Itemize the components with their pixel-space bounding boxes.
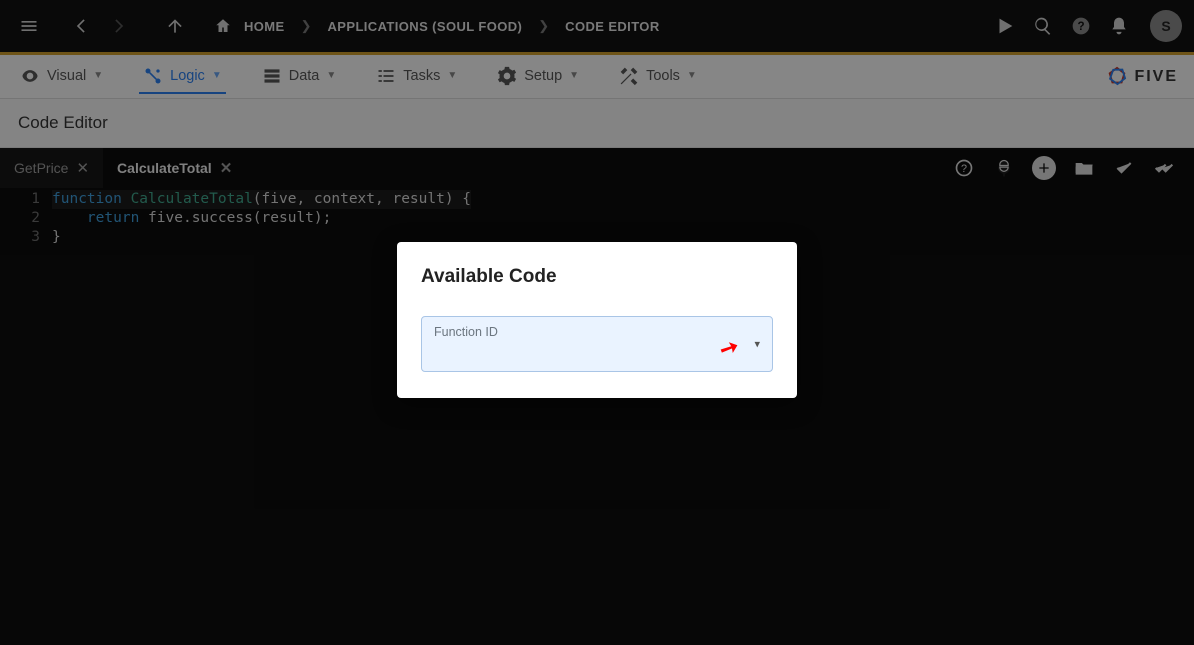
- back-button[interactable]: [64, 9, 98, 43]
- line-number: 2: [0, 209, 40, 228]
- chevron-right-icon: ❯: [534, 18, 553, 34]
- chevron-down-icon: ▼: [212, 70, 222, 81]
- home-icon: [214, 17, 232, 35]
- avatar[interactable]: S: [1150, 10, 1182, 42]
- available-code-modal: Available Code Function ID ▾ ➚: [397, 242, 797, 398]
- page-title: Code Editor: [0, 99, 1194, 148]
- editor-tab-getprice[interactable]: GetPrice ✕: [0, 148, 103, 188]
- function-id-dropdown[interactable]: Function ID ▾ ➚: [421, 316, 773, 372]
- add-button[interactable]: [1032, 156, 1056, 180]
- chevron-down-icon: ▼: [447, 70, 457, 81]
- chevron-down-icon: ▼: [326, 70, 336, 81]
- dropdown-label: Function ID: [434, 325, 760, 339]
- chevron-down-icon: ▼: [687, 70, 697, 81]
- menu-button[interactable]: [12, 9, 46, 43]
- topbar: HOME ❯ APPLICATIONS (SOUL FOOD) ❯ CODE E…: [0, 0, 1194, 52]
- breadcrumb: HOME ❯ APPLICATIONS (SOUL FOOD) ❯ CODE E…: [214, 15, 668, 38]
- nav-setup-label: Setup: [524, 68, 562, 84]
- search-button[interactable]: [1026, 9, 1060, 43]
- open-folder-button[interactable]: [1072, 156, 1096, 180]
- nav-tasks-label: Tasks: [403, 68, 440, 84]
- run-button[interactable]: [988, 9, 1022, 43]
- nav-visual-label: Visual: [47, 68, 86, 84]
- breadcrumb-code-editor[interactable]: CODE EDITOR: [557, 15, 667, 38]
- editor-tab-strip: GetPrice ✕ CalculateTotal ✕ ?: [0, 148, 1194, 188]
- nav-data-label: Data: [289, 68, 320, 84]
- avatar-initial: S: [1161, 18, 1170, 34]
- chevron-right-icon: ❯: [297, 18, 316, 34]
- code-lines[interactable]: function CalculateTotal(five, context, r…: [52, 190, 471, 247]
- svg-text:?: ?: [1077, 20, 1084, 33]
- editor-actions: ?: [952, 156, 1194, 180]
- up-button[interactable]: [158, 9, 192, 43]
- check-button[interactable]: [1112, 156, 1136, 180]
- code-line[interactable]: return five.success(result);: [52, 209, 471, 228]
- nav-tasks[interactable]: Tasks ▼: [372, 60, 461, 94]
- nav-tools-label: Tools: [646, 68, 680, 84]
- close-icon[interactable]: ✕: [76, 159, 89, 177]
- ai-button[interactable]: [992, 156, 1016, 180]
- editor-tab-calculatetotal[interactable]: CalculateTotal ✕: [103, 148, 246, 188]
- nav-tools[interactable]: Tools ▼: [615, 60, 701, 94]
- help-button[interactable]: ?: [1064, 9, 1098, 43]
- close-icon[interactable]: ✕: [220, 159, 233, 177]
- forward-button: [102, 9, 136, 43]
- line-gutter: 1 2 3: [0, 190, 52, 247]
- svg-text:?: ?: [961, 163, 967, 175]
- code-body[interactable]: 1 2 3 function CalculateTotal(five, cont…: [0, 188, 1194, 247]
- breadcrumb-home[interactable]: HOME: [236, 15, 293, 38]
- check-all-button[interactable]: [1152, 156, 1176, 180]
- modal-title: Available Code: [421, 266, 773, 288]
- chevron-down-icon: ▼: [569, 70, 579, 81]
- hint-button[interactable]: ?: [952, 156, 976, 180]
- code-line[interactable]: function CalculateTotal(five, context, r…: [52, 190, 471, 209]
- nav-logic[interactable]: Logic ▼: [139, 60, 226, 94]
- nav-setup[interactable]: Setup ▼: [493, 60, 583, 94]
- tab-label: GetPrice: [14, 160, 68, 176]
- line-number: 3: [0, 228, 40, 247]
- line-number: 1: [0, 190, 40, 209]
- nav-visual[interactable]: Visual ▼: [16, 60, 107, 94]
- tab-label: CalculateTotal: [117, 160, 212, 176]
- breadcrumb-applications[interactable]: APPLICATIONS (SOUL FOOD): [320, 15, 531, 38]
- brand-text: FIVE: [1134, 68, 1178, 86]
- chevron-down-icon: ▾: [754, 338, 760, 351]
- brand-logo: FIVE: [1106, 66, 1178, 88]
- nav-logic-label: Logic: [170, 68, 205, 84]
- toolbar-nav: Visual ▼ Logic ▼ Data ▼ Tasks ▼ Setup ▼ Tools…: [0, 55, 1194, 99]
- chevron-down-icon: ▼: [93, 70, 103, 81]
- nav-data[interactable]: Data ▼: [258, 60, 341, 94]
- notifications-button[interactable]: [1102, 9, 1136, 43]
